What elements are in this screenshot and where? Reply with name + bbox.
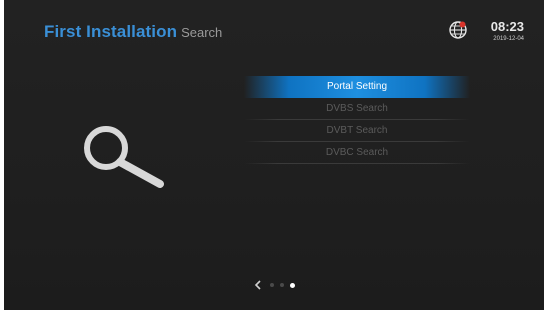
menu-item-dvbs-search[interactable]: DVBS Search: [244, 98, 470, 120]
search-icon: [84, 126, 164, 188]
page-dot[interactable]: [270, 283, 274, 287]
clock-time: 08:23: [490, 19, 524, 34]
page-indicator: [254, 279, 301, 291]
page-title: First Installation Search: [44, 22, 222, 42]
page-title-sub: Search: [181, 25, 223, 40]
chevron-left-icon[interactable]: [254, 279, 262, 291]
menu-divider: [244, 163, 470, 164]
globe-icon: [449, 21, 467, 39]
menu-item-label: DVBC Search: [325, 147, 389, 158]
menu-item-dvbc-search[interactable]: DVBC Search: [244, 142, 470, 164]
clock-widget: 08:23 2019-12-04: [442, 19, 532, 46]
search-menu: Portal Setting DVBS Search DVBT Search D…: [244, 76, 470, 164]
menu-item-dvbt-search[interactable]: DVBT Search: [244, 120, 470, 142]
page-dot[interactable]: [280, 283, 284, 287]
page-title-main: First Installation: [44, 22, 178, 41]
menu-item-label: DVBS Search: [326, 103, 388, 114]
menu-item-label: DVBT Search: [326, 125, 388, 136]
tv-screen: First Installation Search 08:23 2019-12-0…: [4, 0, 544, 310]
page-dot-current[interactable]: [290, 282, 295, 288]
menu-item-label: Portal Setting: [326, 81, 388, 92]
clock-date: 2019-12-04: [493, 36, 524, 42]
menu-item-portal-setting[interactable]: Portal Setting: [244, 76, 470, 98]
